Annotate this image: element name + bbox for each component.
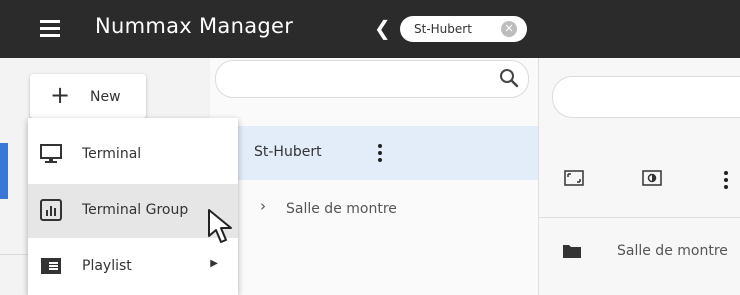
- menu-item-playlist[interactable]: Playlist ▶: [28, 240, 238, 294]
- chevron-right-icon[interactable]: ›: [260, 197, 266, 215]
- submenu-arrow-icon: ▶: [210, 258, 218, 269]
- tree-child-item[interactable]: › Salle de montre: [238, 185, 538, 235]
- fullscreen-icon[interactable]: [564, 170, 584, 186]
- folder-icon: [563, 245, 581, 258]
- left-divider: [0, 254, 30, 255]
- mouse-cursor-icon: [208, 209, 232, 243]
- new-button[interactable]: + New: [30, 74, 146, 118]
- monitor-icon: [40, 144, 62, 163]
- tree-search-input[interactable]: [215, 60, 529, 98]
- menu-item-label: Terminal Group: [82, 202, 189, 218]
- chip-close-icon[interactable]: ✕: [501, 21, 517, 37]
- new-button-label: New: [90, 89, 121, 105]
- menu-item-terminal[interactable]: Terminal: [28, 128, 238, 182]
- new-dropdown-menu: Terminal Terminal Group Playlist ▶: [28, 118, 238, 295]
- playlist-icon: [41, 258, 61, 274]
- top-bar: Nummax Manager ❮ St-Hubert ✕: [0, 0, 740, 58]
- search-icon[interactable]: [498, 67, 520, 89]
- app-title: Nummax Manager: [95, 14, 294, 38]
- hamburger-menu-icon[interactable]: [40, 20, 60, 37]
- tree-item-label: St-Hubert: [254, 144, 322, 160]
- chart-box-icon: [40, 199, 62, 221]
- back-chevron-icon[interactable]: ❮: [374, 16, 391, 40]
- tree-item-selected[interactable]: St-Hubert: [238, 126, 538, 180]
- menu-item-label: Playlist: [82, 258, 132, 274]
- more-options-icon[interactable]: [378, 144, 382, 165]
- preview-icon[interactable]: [642, 170, 662, 186]
- content-divider: [539, 217, 740, 218]
- folder-label[interactable]: Salle de montre: [617, 243, 728, 259]
- content-search-input[interactable]: [552, 76, 740, 118]
- chip-label: St-Hubert: [414, 22, 472, 36]
- menu-item-label: Terminal: [82, 146, 142, 162]
- location-chip[interactable]: St-Hubert ✕: [400, 16, 527, 42]
- content-more-icon[interactable]: [724, 171, 728, 192]
- active-indicator: [0, 143, 8, 199]
- plus-icon: +: [50, 81, 71, 109]
- tree-child-label: Salle de montre: [286, 201, 397, 217]
